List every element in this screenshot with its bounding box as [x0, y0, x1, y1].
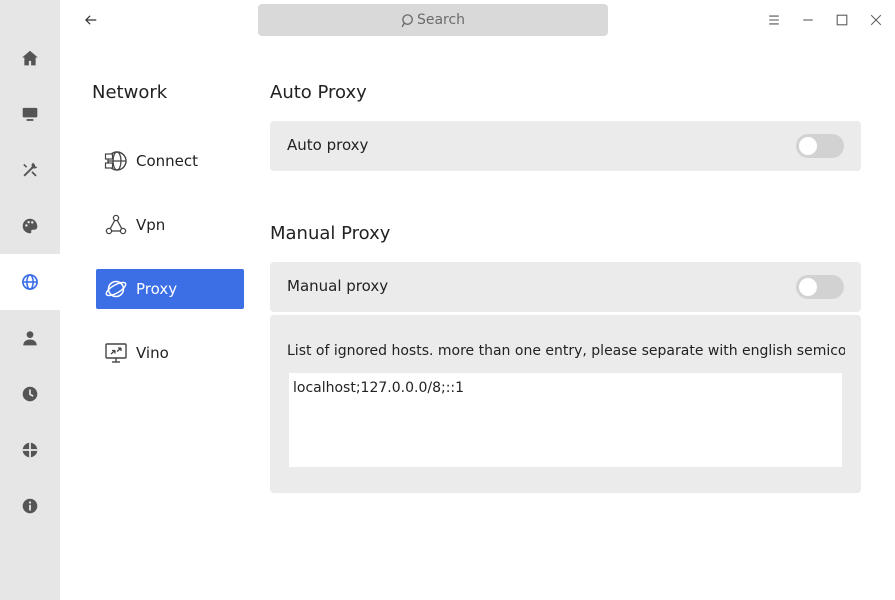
ignored-hosts-input[interactable]: localhost;127.0.0.0/8;::1 — [289, 373, 842, 467]
home-icon — [22, 50, 38, 66]
back-button[interactable] — [79, 8, 103, 32]
palette-icon — [22, 218, 38, 234]
nav-item-vino[interactable]: Vino — [96, 333, 244, 373]
clock-icon — [22, 386, 38, 402]
minimize-icon — [803, 19, 813, 21]
network-icon — [104, 149, 128, 173]
planet-icon — [104, 277, 128, 301]
rail-system[interactable] — [0, 86, 60, 142]
info-icon — [22, 498, 38, 514]
update-icon — [22, 442, 38, 458]
nav-item-label: Vpn — [136, 216, 166, 234]
search-input[interactable]: Search — [258, 4, 608, 36]
toggle-knob — [799, 137, 817, 155]
monitor-icon — [22, 107, 38, 121]
auto-proxy-toggle[interactable] — [796, 134, 844, 158]
rail-update[interactable] — [0, 422, 60, 478]
maximize-icon — [836, 14, 848, 26]
search-icon — [401, 13, 413, 27]
nav-item-label: Proxy — [136, 280, 178, 298]
manual-proxy-title: Manual Proxy — [270, 223, 391, 244]
nav-item-label: Vino — [136, 344, 169, 362]
close-button[interactable] — [864, 8, 888, 32]
rail-personalize[interactable] — [0, 198, 60, 254]
nav-item-proxy[interactable]: Proxy — [96, 269, 244, 309]
toggle-knob — [799, 278, 817, 296]
menu-button[interactable] — [762, 8, 786, 32]
rail-devices[interactable] — [0, 142, 60, 198]
rail-account[interactable] — [0, 310, 60, 366]
close-icon — [870, 14, 882, 26]
rail-about[interactable] — [0, 478, 60, 534]
manual-proxy-card: Manual proxy — [270, 262, 861, 312]
nav-title: Network — [92, 82, 168, 103]
rail-home[interactable] — [0, 30, 60, 86]
left-rail — [0, 0, 60, 600]
auto-proxy-card: Auto proxy — [270, 121, 861, 171]
nav-item-connect[interactable]: Connect — [96, 141, 244, 181]
maximize-button[interactable] — [830, 8, 854, 32]
manual-proxy-toggle[interactable] — [796, 275, 844, 299]
ignored-hosts-card: List of ignored hosts. more than one ent… — [270, 315, 861, 493]
menu-icon — [769, 15, 779, 25]
auto-proxy-title: Auto Proxy — [270, 82, 367, 103]
tools-icon — [23, 162, 38, 177]
rail-datetime[interactable] — [0, 366, 60, 422]
ignored-hosts-label: List of ignored hosts. more than one ent… — [287, 343, 845, 359]
auto-proxy-label: Auto proxy — [287, 136, 369, 154]
minimize-button[interactable] — [796, 8, 820, 32]
manual-proxy-label: Manual proxy — [287, 277, 389, 295]
search-placeholder: Search — [416, 12, 466, 28]
globe-icon — [22, 274, 38, 290]
user-icon — [23, 331, 37, 346]
nav-item-vpn[interactable]: Vpn — [96, 205, 244, 245]
back-arrow-icon — [85, 15, 97, 25]
nav-item-label: Connect — [136, 152, 199, 170]
screen-share-icon — [104, 341, 128, 365]
vpn-icon — [104, 213, 128, 237]
rail-network[interactable] — [0, 254, 60, 310]
